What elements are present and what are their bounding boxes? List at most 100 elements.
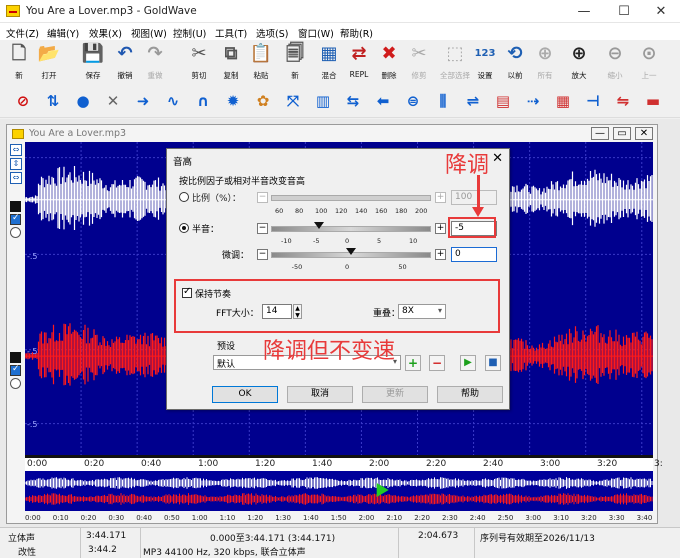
sound-minimize-button[interactable]: —	[591, 127, 609, 140]
semitone-slider-thumb[interactable]	[314, 222, 324, 229]
pitch-icon[interactable]: ⇌	[462, 90, 484, 112]
equalizer-bars-icon[interactable]: ▥	[312, 90, 334, 112]
update-button[interactable]: 更新	[362, 386, 428, 403]
swap-arrows-icon[interactable]: ⇆	[342, 90, 364, 112]
magnet-icon[interactable]: ∩	[192, 90, 214, 112]
toolbar-button-6[interactable]: ⧉ 复制	[216, 42, 246, 84]
maximize-button[interactable]: ☐	[605, 0, 643, 23]
ratio-slider[interactable]	[271, 195, 431, 201]
gear-icon[interactable]: ✹	[222, 90, 244, 112]
toolbar-button-7[interactable]: 📋 粘贴	[246, 42, 276, 84]
overview-waveform[interactable]	[24, 471, 653, 511]
fine-increase-button[interactable]: +	[435, 249, 446, 260]
toolbar-button-14[interactable]: 123 设置	[470, 42, 500, 84]
sound-window-titlebar[interactable]: You Are a Lover.mp3 — ▭ ✕	[7, 125, 657, 142]
menu-window[interactable]: 窗口(W)	[298, 26, 334, 40]
graphic-eq-icon[interactable]: ▦	[552, 90, 574, 112]
toolbar-button-9[interactable]: ▦ 混合	[314, 42, 344, 84]
ok-button[interactable]: OK	[212, 386, 278, 403]
color-wheel-icon[interactable]: ✿	[252, 90, 274, 112]
toolbar-button-18[interactable]: ⊖ 缩小	[600, 42, 630, 84]
cancel-button[interactable]: 取消	[287, 386, 353, 403]
dialog-close-button[interactable]: ✕	[492, 151, 503, 166]
right-channel-enable-checkbox[interactable]	[10, 364, 21, 376]
stop-sign-icon[interactable]: ⊘	[12, 90, 34, 112]
menu-edit[interactable]: 编辑(Y)	[47, 26, 79, 40]
arrow-left-icon[interactable]: ⬅	[372, 90, 394, 112]
add-preset-button[interactable]: +	[405, 355, 421, 371]
left-channel-solo-checkbox[interactable]	[10, 201, 21, 212]
sound-close-button[interactable]: ✕	[635, 127, 653, 140]
ratio-radio[interactable]	[179, 192, 189, 202]
slider-tick-label: 140	[355, 207, 368, 215]
expand-arrows-icon[interactable]: ⤧	[282, 90, 304, 112]
semitone-increase-button[interactable]: +	[435, 223, 446, 234]
toolbar-button-4[interactable]: ↷ 重做	[140, 42, 170, 84]
remove-preset-button[interactable]: −	[429, 355, 445, 371]
level-meter-icon[interactable]: ▬	[642, 90, 664, 112]
toolbar-button-10[interactable]: ⇄ REPL	[344, 42, 374, 84]
spectrum-icon[interactable]: ▤	[492, 90, 514, 112]
sound-restore-button[interactable]: ▭	[613, 127, 631, 140]
toolbar-button-11[interactable]: ✖ 删除	[374, 42, 404, 84]
crossfade-icon[interactable]: ✕	[102, 90, 124, 112]
toolbar-button-16[interactable]: ⊕ 所有	[530, 42, 560, 84]
menu-tools[interactable]: 工具(T)	[215, 26, 247, 40]
reverse-icon[interactable]: ⇋	[612, 90, 634, 112]
copy-icon: ⧉	[224, 43, 238, 64]
menu-file[interactable]: 文件(Z)	[6, 26, 39, 40]
toolbar-button-12[interactable]: ✂ 修剪	[404, 42, 434, 84]
sliders-icon[interactable]: ⫼	[432, 90, 454, 112]
overview-svg	[24, 477, 653, 505]
menu-help[interactable]: 帮助(R)	[340, 26, 373, 40]
minimize-button[interactable]: —	[565, 0, 603, 23]
ratio-value-field[interactable]: 100	[451, 190, 497, 205]
menu-options[interactable]: 选项(S)	[256, 26, 288, 40]
fine-decrease-button[interactable]: −	[257, 249, 268, 260]
sphere-icon[interactable]: ●	[72, 90, 94, 112]
help-button[interactable]: 帮助	[437, 386, 503, 403]
toolbar-button-15[interactable]: ⟲ 以前	[500, 42, 530, 84]
preset-value: 默认	[217, 360, 236, 370]
zoom-vertical-fit-icon[interactable]: ⇕	[10, 158, 22, 170]
toolbar-button-13[interactable]: ⬚ 全部选择	[440, 42, 470, 84]
left-channel-radio[interactable]	[10, 227, 21, 238]
fine-slider-thumb[interactable]	[346, 248, 356, 255]
close-button[interactable]: ✕	[642, 0, 680, 23]
menu-control[interactable]: 控制(U)	[173, 26, 206, 40]
split-icon[interactable]: ⊣	[582, 90, 604, 112]
ratio-label: 比例（%）：	[192, 194, 242, 204]
compress-icon[interactable]: ⊜	[402, 90, 424, 112]
window-titlebar[interactable]: You Are a Lover.mp3 - GoldWave — ☐ ✕	[0, 0, 680, 23]
ratio-increase-button[interactable]: +	[435, 192, 446, 203]
right-channel-solo-checkbox[interactable]	[10, 352, 21, 363]
right-channel-radio[interactable]	[10, 378, 21, 389]
toolbar-button-19[interactable]: ⊙ 上一	[634, 42, 664, 84]
toolbar-button-label: 打开	[41, 71, 57, 80]
arrow-right-icon[interactable]: ➜	[132, 90, 154, 112]
semitone-slider[interactable]	[271, 226, 431, 232]
vertical-arrows-icon[interactable]: ⇅	[42, 90, 64, 112]
zoom-level-icon[interactable]: ⇔	[10, 172, 22, 184]
toolbar-button-1[interactable]: 📂 打开	[34, 42, 64, 84]
toolbar-button-0[interactable]: 🗋 新	[4, 42, 34, 84]
toolbar-button-3[interactable]: ↶ 撤销	[110, 42, 140, 84]
doppler-icon[interactable]: ⇢	[522, 90, 544, 112]
annotation-pitch-down-keep-speed: 降调但不变速	[263, 339, 396, 364]
zoom-vertical-icon[interactable]: ⇔	[10, 144, 22, 156]
semitone-decrease-button[interactable]: −	[257, 223, 268, 234]
toolbar-button-17[interactable]: ⊕ 放大	[564, 42, 594, 84]
fine-value-field[interactable]: 0	[451, 247, 497, 262]
menu-effects[interactable]: 效果(X)	[89, 26, 122, 40]
menu-view[interactable]: 视图(W)	[131, 26, 167, 40]
preview-stop-button[interactable]: ■	[485, 355, 501, 371]
semitone-radio[interactable]	[179, 223, 189, 233]
left-channel-enable-checkbox[interactable]	[10, 213, 21, 225]
toolbar-button-5[interactable]: ✂ 剪切	[184, 42, 214, 84]
toolbar-button-2[interactable]: 💾 保存	[78, 42, 108, 84]
toolbar-button-8[interactable]: 🗐 新	[280, 42, 310, 84]
wave-icon[interactable]: ∿	[162, 90, 184, 112]
time-ruler[interactable]: 0:00 0:20 0:40 1:00 1:20 1:40 2:00 2:20 2:40 3:00…	[25, 455, 663, 471]
ratio-decrease-button[interactable]: −	[257, 192, 268, 203]
preview-play-button[interactable]: ▶	[460, 355, 476, 371]
